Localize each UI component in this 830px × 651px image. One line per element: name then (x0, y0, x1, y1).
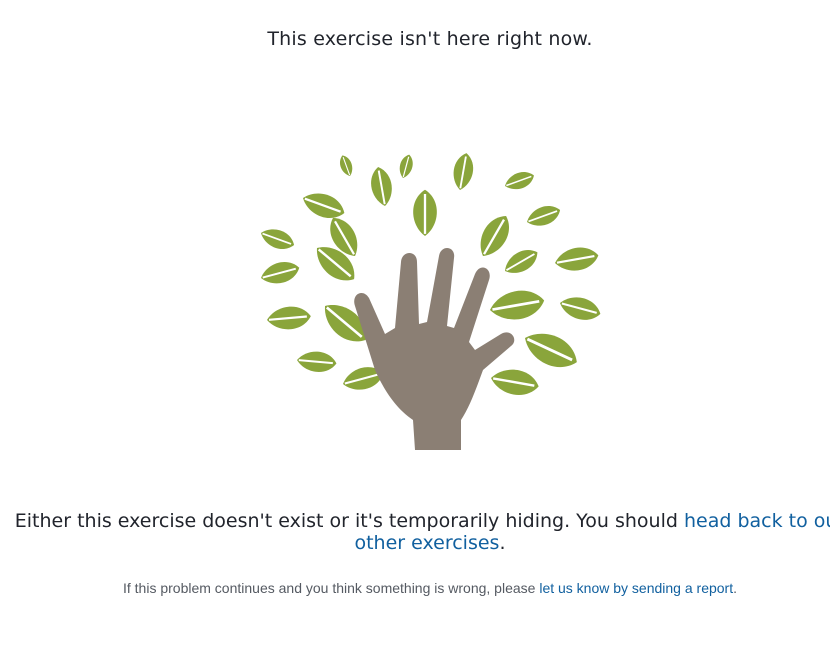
report-text: If this problem continues and you think … (122, 580, 540, 596)
message-text: Either this exercise doesn't exist or it… (14, 510, 684, 532)
error-page: This exercise isn't here right now. Eith… (0, 0, 830, 651)
send-report-link[interactable]: let us know by sending a report (539, 580, 733, 596)
report-period: . (733, 580, 737, 596)
hand-tree-icon (257, 150, 605, 450)
message-period: . (499, 532, 506, 554)
report-message: If this problem continues and you think … (0, 580, 830, 596)
page-title: This exercise isn't here right now. (267, 28, 593, 50)
hand-trunk (354, 247, 515, 450)
error-message: Either this exercise doesn't exist or it… (0, 510, 830, 554)
hand-tree-illustration (255, 138, 605, 454)
